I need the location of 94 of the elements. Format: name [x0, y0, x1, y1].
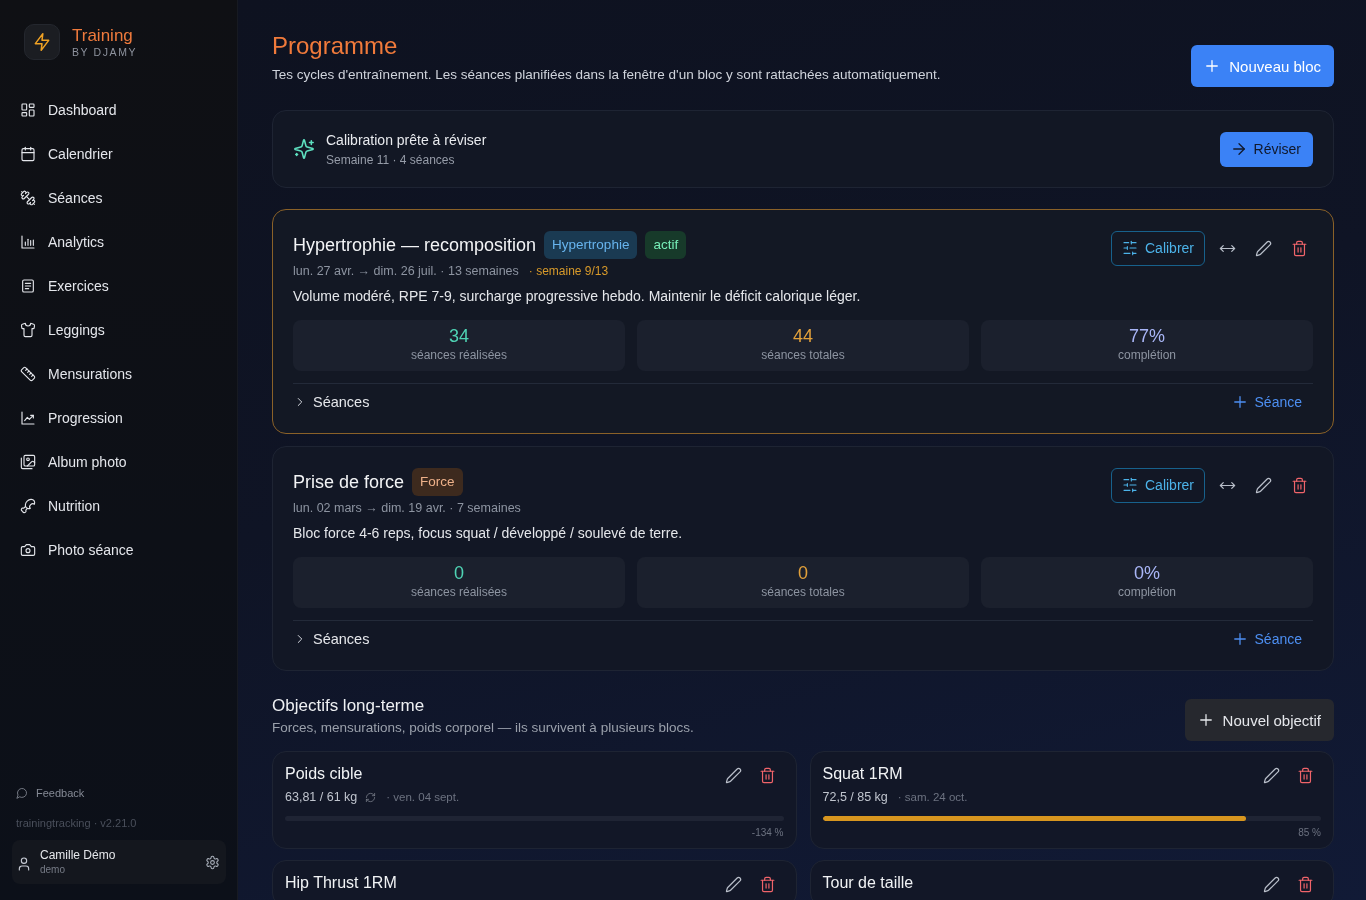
- nav-item[interactable]: Album photo: [12, 444, 225, 480]
- sessions-toggle[interactable]: Séances: [293, 394, 370, 410]
- block-description: Bloc force 4-6 reps, focus squat / développé / soulevé de terre.: [293, 524, 684, 543]
- nav-item[interactable]: Dashboard: [12, 92, 225, 128]
- ruler-icon: [20, 366, 36, 382]
- nav-item[interactable]: Exercices: [12, 268, 225, 304]
- goal-title: Hip Thrust 1RM: [285, 872, 397, 893]
- tag: Force: [412, 468, 463, 496]
- bar-chart-icon: [20, 234, 36, 250]
- trash-icon[interactable]: [759, 766, 776, 784]
- block-title: Hypertrophie — recomposition: [293, 234, 537, 257]
- tag: actif: [645, 231, 687, 259]
- trash-icon[interactable]: [1290, 476, 1308, 494]
- lightning-icon: [24, 24, 60, 60]
- drumstick-icon: [20, 498, 36, 514]
- goal-percent: 85 %: [1298, 826, 1321, 839]
- sliders-icon: [1122, 240, 1138, 256]
- stat-label: séances totales: [761, 585, 845, 600]
- pencil-icon[interactable]: [725, 766, 742, 784]
- goal-date: · sam. 24 oct.: [897, 791, 968, 803]
- notice-detail: Semaine 11 · 4 séances: [326, 151, 455, 168]
- goal-title: Squat 1RM: [822, 763, 903, 784]
- goal-title: Poids cible: [285, 763, 363, 784]
- sparkles-icon: [293, 138, 315, 160]
- stat-value: 0: [798, 562, 808, 585]
- stat-value: 77%: [1129, 325, 1165, 348]
- brand-name: Training: [72, 25, 134, 46]
- user-icon: [16, 856, 32, 872]
- tag: Hypertrophie: [544, 231, 638, 259]
- user-name: Camille Démo: [40, 848, 116, 863]
- goal-title: Tour de taille: [822, 872, 914, 893]
- brand-tagline: BY DJAMY: [72, 45, 138, 59]
- block-title: Prise de force: [293, 471, 405, 494]
- review-button[interactable]: Réviser: [1219, 131, 1313, 167]
- pencil-icon[interactable]: [1254, 476, 1272, 494]
- stat-label: complétion: [1118, 348, 1176, 363]
- nav-item[interactable]: Leggings: [12, 312, 225, 348]
- nav-item[interactable]: Mensurations: [12, 356, 225, 392]
- pencil-icon[interactable]: [1254, 239, 1272, 257]
- notice-title: Calibration prête à réviser: [326, 130, 487, 149]
- section-title: Objectifs long-terme: [272, 695, 426, 717]
- block-dates: lun. 02 mars → dim. 19 avr. · 7 semaines: [293, 500, 521, 517]
- new-goal-button[interactable]: Nouvel objectif: [1184, 699, 1334, 741]
- nav-item[interactable]: Progression: [12, 400, 225, 436]
- trash-icon[interactable]: [759, 875, 776, 893]
- goal-percent: -134 %: [751, 826, 784, 839]
- stat-label: séances totales: [761, 348, 845, 363]
- goal-progress: 72,5 / 85 kg: [822, 790, 888, 804]
- nav-item[interactable]: Calendrier: [12, 136, 225, 172]
- chat-icon: [16, 787, 28, 799]
- nav-item[interactable]: Analytics: [12, 224, 225, 260]
- dumbbell-icon: [20, 190, 36, 206]
- calibrate-button[interactable]: Calibrer: [1111, 230, 1205, 266]
- trash-icon[interactable]: [1296, 875, 1314, 893]
- block-description: Volume modéré, RPE 7-9, surcharge progressive hebdo. Maintenir le déficit calorique léger.: [293, 287, 862, 306]
- goal-progress: 63,81 / 61 kg: [285, 790, 358, 804]
- stat-label: complétion: [1118, 585, 1176, 600]
- page-title: Programme: [272, 31, 399, 61]
- stat-value: 0: [454, 562, 464, 585]
- add-session-button[interactable]: Séance: [1230, 393, 1302, 411]
- grid-icon: [20, 102, 36, 118]
- new-block-button[interactable]: Nouveau bloc: [1191, 45, 1334, 87]
- stat-value: 0%: [1134, 562, 1160, 585]
- trash-icon[interactable]: [1296, 766, 1314, 784]
- nav-item[interactable]: Photo séance: [12, 532, 225, 568]
- shirt-icon: [20, 322, 36, 338]
- add-session-button[interactable]: Séance: [1230, 630, 1302, 648]
- stat-label: séances réalisées: [410, 585, 508, 600]
- user-login: demo: [40, 863, 65, 876]
- stat-value: 34: [449, 325, 469, 348]
- stat-value: 44: [793, 325, 813, 348]
- stat-label: séances réalisées: [410, 348, 508, 363]
- block-dates: lun. 27 avr. → dim. 26 juil. · 13 semaines: [293, 263, 519, 280]
- pencil-icon[interactable]: [725, 875, 742, 893]
- page-subtitle: Tes cycles d'entraînement. Les séances planifiées dans la fenêtre d'un bloc y sont rattachées automatiquement.: [272, 66, 941, 84]
- images-icon: [20, 454, 36, 470]
- notebook-icon: [20, 278, 36, 294]
- section-subtitle: Forces, mensurations, poids corporel — ils survivent à plusieurs blocs.: [272, 719, 694, 737]
- block-week: · semaine 9/13: [528, 263, 609, 280]
- nav-item[interactable]: Séances: [12, 180, 225, 216]
- line-chart-icon: [20, 410, 36, 426]
- calibrate-button[interactable]: Calibrer: [1111, 467, 1205, 503]
- sliders-icon: [1122, 477, 1138, 493]
- sessions-toggle[interactable]: Séances: [293, 631, 370, 647]
- calendar-icon: [20, 146, 36, 162]
- trash-icon[interactable]: [1290, 239, 1308, 257]
- camera-icon: [20, 542, 36, 558]
- pencil-icon[interactable]: [1262, 875, 1280, 893]
- feedback-link[interactable]: Feedback: [0, 784, 101, 802]
- version-text: trainingtracking · v2.21.0: [15, 816, 138, 830]
- goal-date: · ven. 04 sept.: [386, 791, 460, 803]
- settings-icon[interactable]: [205, 854, 220, 870]
- pencil-icon[interactable]: [1262, 766, 1280, 784]
- nav-item[interactable]: Nutrition: [12, 488, 225, 524]
